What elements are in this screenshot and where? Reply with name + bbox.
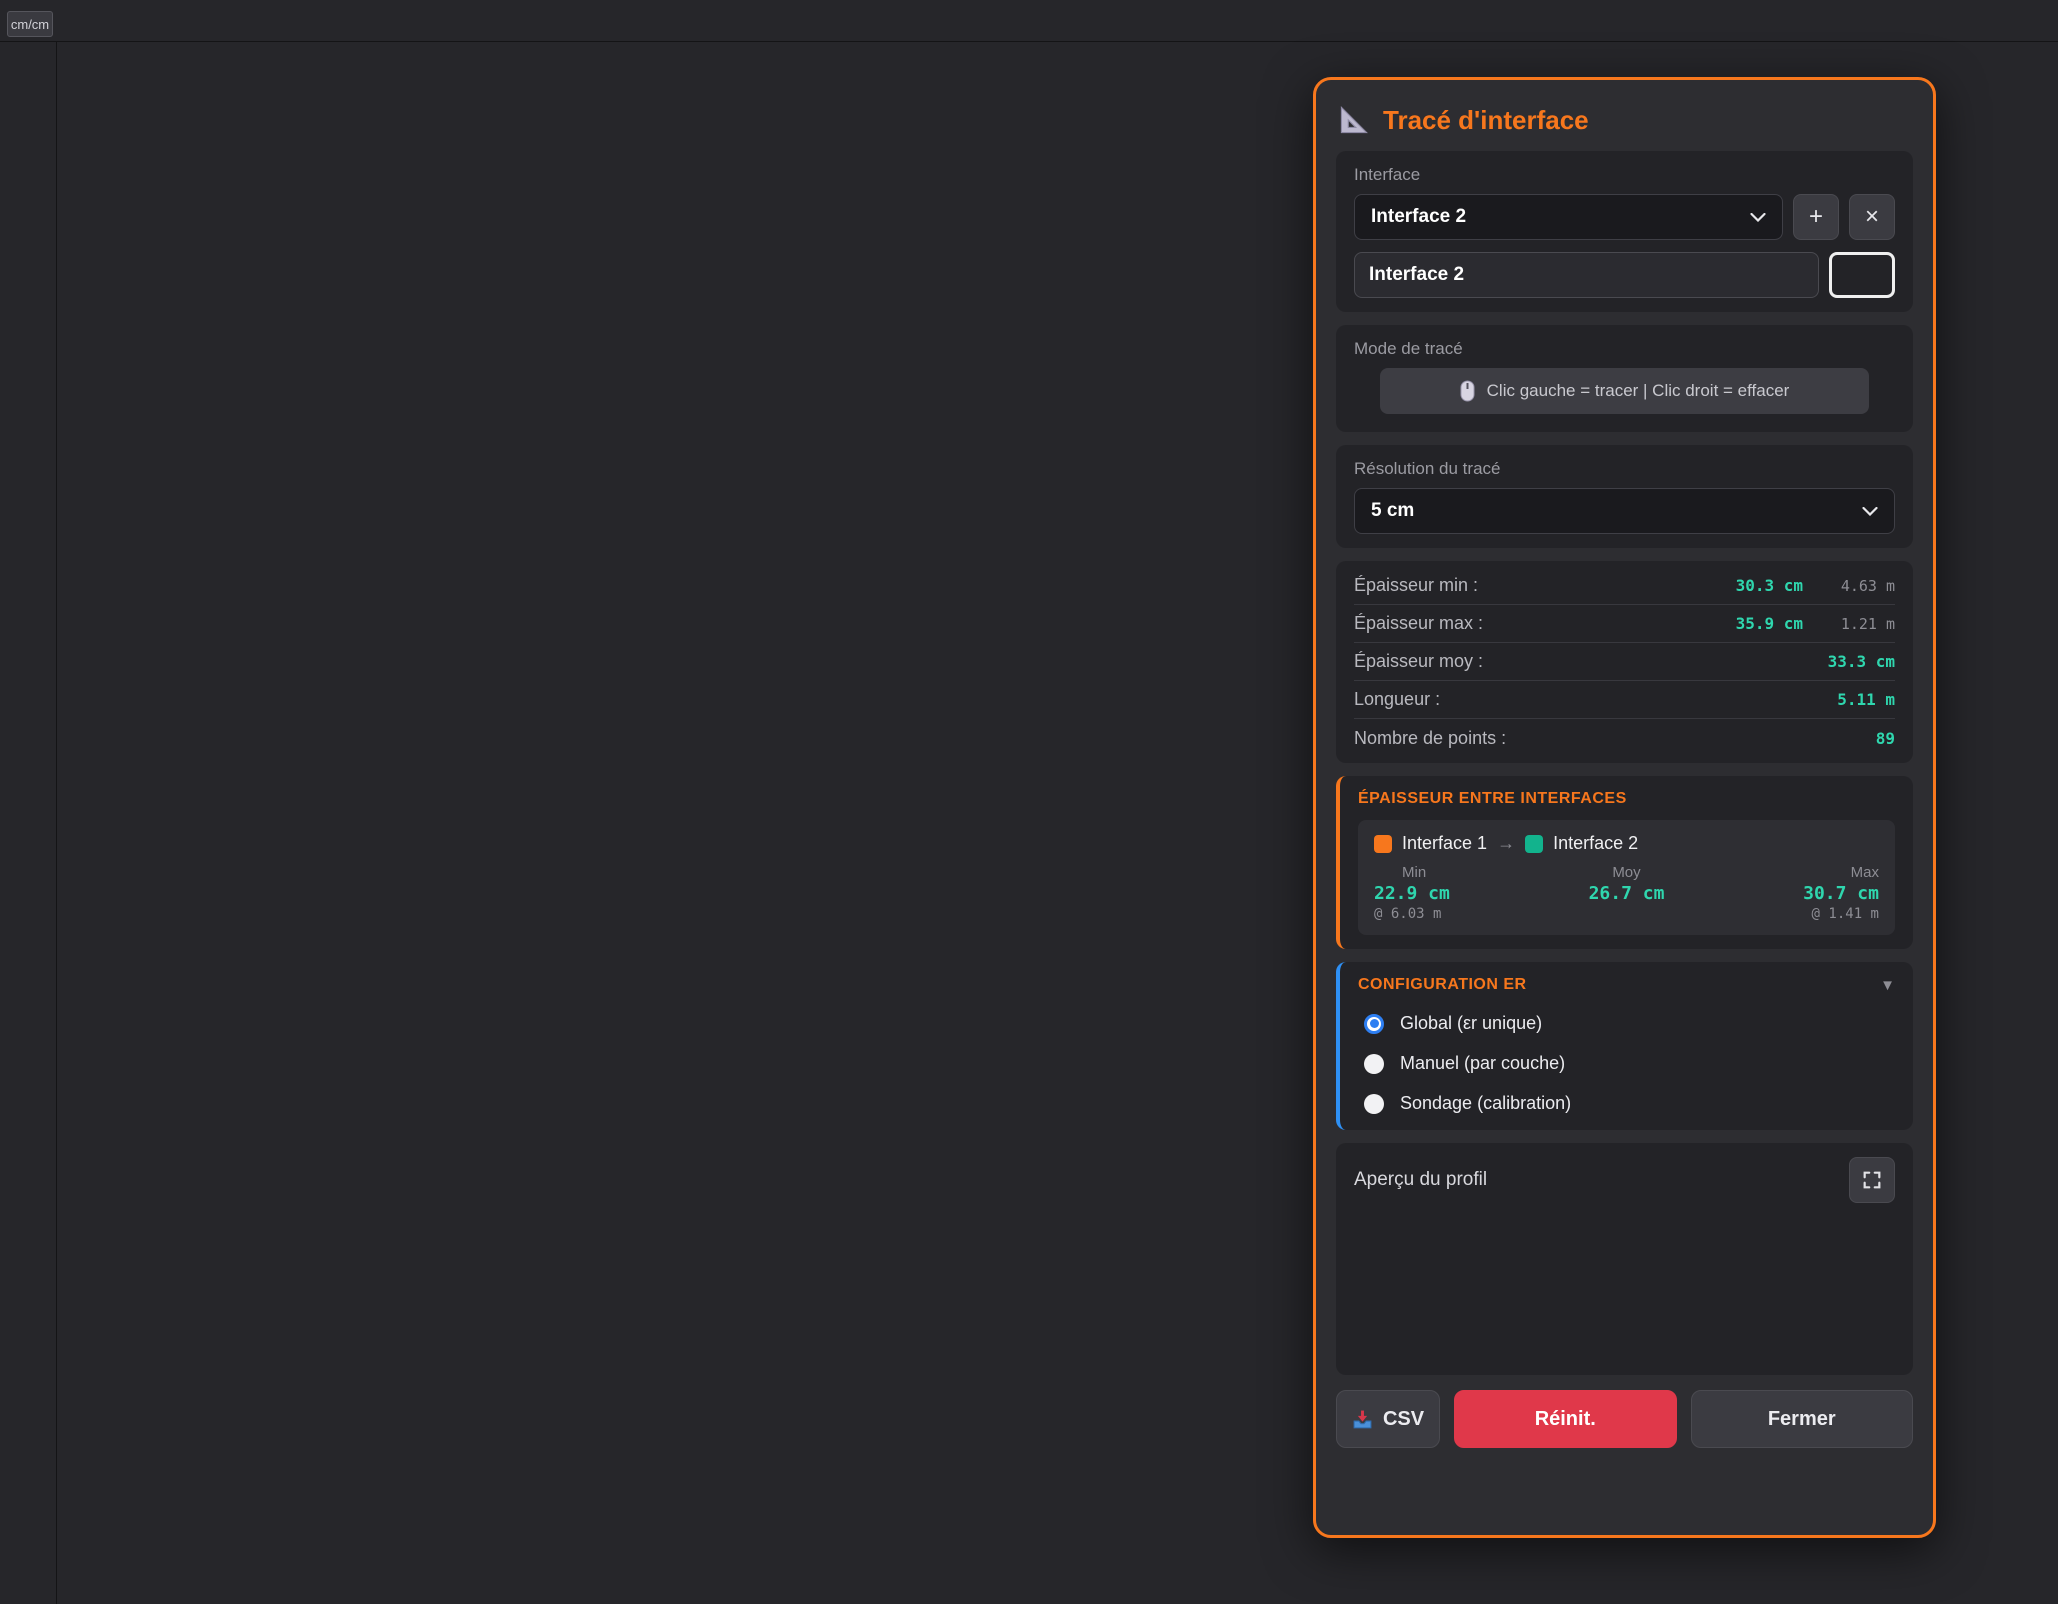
- interface-label: Interface: [1354, 165, 1895, 185]
- thickness-box: Interface 1 → Interface 2 Min 22.9 cm @ …: [1358, 820, 1895, 935]
- profile-preview-title: Aperçu du profil: [1354, 1169, 1487, 1191]
- er-config-card: CONFIGURATION ER ▼ Global (εr unique) Ma…: [1336, 962, 1913, 1130]
- er-option-sondage[interactable]: Sondage (calibration): [1364, 1093, 1889, 1114]
- min-header: Min: [1374, 864, 1542, 881]
- close-button[interactable]: Fermer: [1691, 1390, 1914, 1448]
- resolution-label: Résolution du tracé: [1354, 459, 1895, 479]
- interface-name-input[interactable]: Interface 2: [1354, 252, 1819, 298]
- thickness-min: Min 22.9 cm @ 6.03 m: [1374, 864, 1542, 922]
- er-config-title: CONFIGURATION ER: [1358, 976, 1527, 994]
- moy-value: 26.7 cm: [1542, 883, 1710, 904]
- add-interface-button[interactable]: +: [1793, 194, 1839, 240]
- expand-button[interactable]: [1849, 1157, 1895, 1203]
- max-position: @ 1.41 m: [1711, 906, 1879, 922]
- thickness-section-title: ÉPAISSEUR ENTRE INTERFACES: [1358, 790, 1895, 808]
- min-value: 22.9 cm: [1374, 883, 1542, 904]
- er-option-label: Global (εr unique): [1400, 1013, 1542, 1034]
- stat-secondary: 4.63 m: [1803, 577, 1895, 595]
- profile-preview-card: Aperçu du profil: [1336, 1143, 1913, 1375]
- moy-position: [1542, 906, 1710, 922]
- stat-row-points: Nombre de points : 89: [1354, 719, 1895, 757]
- ruler-left: [0, 42, 57, 1604]
- thickness-legend: Interface 1 → Interface 2: [1374, 833, 1879, 854]
- stat-label: Longueur :: [1354, 689, 1837, 710]
- resolution-card: Résolution du tracé 5 cm: [1336, 445, 1913, 548]
- stat-value: 33.3 cm: [1828, 652, 1895, 671]
- radio-icon[interactable]: [1364, 1094, 1384, 1114]
- stat-label: Nombre de points :: [1354, 728, 1876, 749]
- csv-export-button[interactable]: CSV: [1336, 1390, 1440, 1448]
- stat-label: Épaisseur max :: [1354, 613, 1736, 634]
- panel-footer: CSV Réinit. Fermer: [1336, 1390, 1913, 1448]
- stat-row-max: Épaisseur max : 35.9 cm 1.21 m: [1354, 605, 1895, 643]
- ruler-unit-label: cm/cm: [7, 11, 53, 37]
- radio-icon[interactable]: [1364, 1054, 1384, 1074]
- remove-interface-button[interactable]: ×: [1849, 194, 1895, 240]
- interface1-name: Interface 1: [1402, 833, 1487, 854]
- stat-secondary: 1.21 m: [1803, 615, 1895, 633]
- stat-value: 30.3 cm: [1736, 576, 1803, 595]
- er-option-manual[interactable]: Manuel (par couche): [1364, 1053, 1889, 1074]
- trace-mode-hint: Clic gauche = tracer | Clic droit = effa…: [1380, 368, 1869, 414]
- trace-mode-label: Mode de tracé: [1354, 339, 1895, 359]
- resolution-select[interactable]: 5 cm: [1354, 488, 1895, 534]
- collapse-icon[interactable]: ▼: [1880, 977, 1895, 994]
- interface-select[interactable]: Interface 2: [1354, 194, 1783, 240]
- max-header: Max: [1711, 864, 1879, 881]
- stat-row-longueur: Longueur : 5.11 m: [1354, 681, 1895, 719]
- interface-card: Interface Interface 2 + × Interface 2: [1336, 151, 1913, 312]
- profile-preview-chart: [1354, 1209, 1901, 1361]
- er-option-global[interactable]: Global (εr unique): [1364, 1013, 1889, 1034]
- min-position: @ 6.03 m: [1374, 906, 1542, 922]
- stat-row-moy: Épaisseur moy : 33.3 cm: [1354, 643, 1895, 681]
- stat-label: Épaisseur moy :: [1354, 651, 1828, 672]
- stat-row-min: Épaisseur min : 30.3 cm 4.63 m: [1354, 567, 1895, 605]
- moy-header: Moy: [1542, 864, 1710, 881]
- chevron-down-icon: [1750, 213, 1766, 222]
- stat-value: 89: [1876, 729, 1895, 748]
- mouse-icon: [1460, 380, 1475, 402]
- interface-select-value: Interface 2: [1371, 206, 1750, 228]
- trace-mode-hint-text: Clic gauche = tracer | Clic droit = effa…: [1487, 381, 1790, 401]
- chevron-down-icon: [1862, 507, 1878, 516]
- er-option-label: Manuel (par couche): [1400, 1053, 1565, 1074]
- interface-color-swatch[interactable]: [1829, 252, 1895, 298]
- interface2-swatch: [1525, 835, 1543, 853]
- panel-header: Tracé d'interface: [1336, 98, 1913, 138]
- trace-mode-card: Mode de tracé Clic gauche = tracer | Cli…: [1336, 325, 1913, 432]
- thickness-min-moy-max: Min 22.9 cm @ 6.03 m Moy 26.7 cm Max 30.…: [1374, 864, 1879, 922]
- radio-selected-icon[interactable]: [1364, 1014, 1384, 1034]
- resolution-select-value: 5 cm: [1371, 500, 1862, 522]
- max-value: 30.7 cm: [1711, 883, 1879, 904]
- download-icon: [1352, 1409, 1373, 1430]
- csv-button-label: CSV: [1383, 1408, 1424, 1431]
- interface-trace-panel: Tracé d'interface Interface Interface 2 …: [1313, 77, 1936, 1538]
- thickness-max: Max 30.7 cm @ 1.41 m: [1711, 864, 1879, 922]
- stat-value: 35.9 cm: [1736, 614, 1803, 633]
- ruler-top: cm/cm: [0, 0, 2058, 42]
- stats-card: Épaisseur min : 30.3 cm 4.63 m Épaisseur…: [1336, 561, 1913, 763]
- thickness-moy: Moy 26.7 cm: [1542, 864, 1710, 922]
- reset-button[interactable]: Réinit.: [1454, 1390, 1677, 1448]
- interface1-swatch: [1374, 835, 1392, 853]
- set-square-icon: [1338, 104, 1370, 136]
- stat-label: Épaisseur min :: [1354, 575, 1736, 596]
- arrow-icon: →: [1497, 833, 1515, 854]
- er-option-label: Sondage (calibration): [1400, 1093, 1571, 1114]
- stat-value: 5.11 m: [1837, 690, 1895, 709]
- thickness-between-card: ÉPAISSEUR ENTRE INTERFACES Interface 1 →…: [1336, 776, 1913, 949]
- panel-title: Tracé d'interface: [1383, 105, 1589, 136]
- interface2-name: Interface 2: [1553, 833, 1638, 854]
- fullscreen-icon: [1861, 1169, 1883, 1191]
